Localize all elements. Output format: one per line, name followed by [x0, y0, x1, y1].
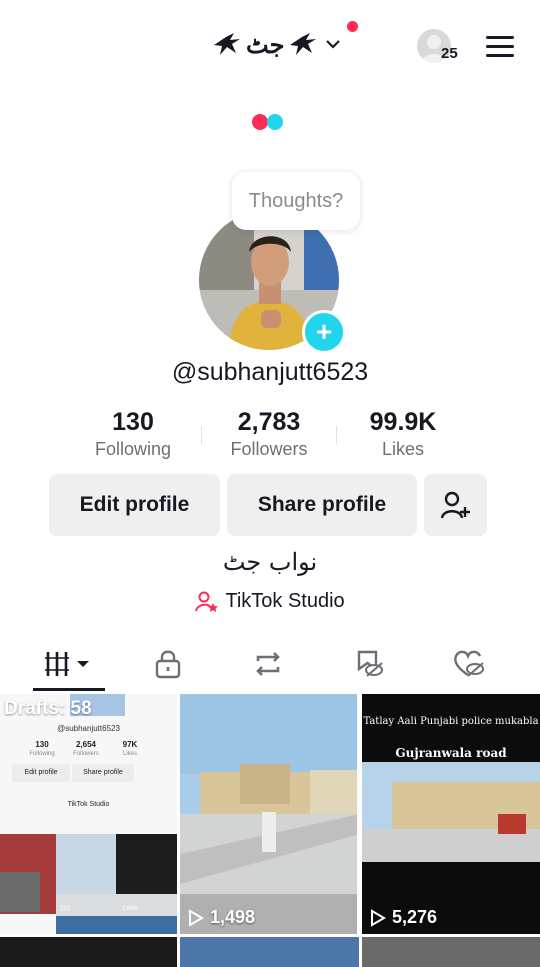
draft-thumb-stat-3: 97K [122, 740, 138, 749]
video-caption-line-1: Tatlay Aali Punjabi police mukabla [363, 716, 539, 727]
active-tab-indicator [33, 688, 105, 691]
likes-count: 99.9K [369, 408, 437, 436]
video-2-image [362, 694, 540, 934]
followers-label: Followers [230, 439, 308, 459]
video-thumbnail[interactable] [362, 937, 540, 967]
draft-thumb-username: @subhanjutt6523 [57, 724, 120, 733]
likes-stat[interactable]: 99.9K Likes [333, 408, 473, 460]
following-label: Following [94, 439, 172, 459]
eagle-emoji-icon [290, 33, 317, 55]
menu-icon[interactable] [486, 36, 514, 58]
video-views-count: 1,498 [210, 907, 256, 927]
studio-label: TikTok Studio [225, 590, 345, 612]
lock-icon [155, 650, 181, 679]
draft-thumb-views-2: 1,668 [122, 906, 138, 912]
heart-hidden-icon [454, 650, 484, 677]
chevron-down-icon [326, 40, 341, 49]
following-count: 130 [112, 408, 154, 436]
tab-private[interactable] [114, 644, 222, 684]
bio-text: نواب جٹ [222, 548, 318, 576]
add-friend-button[interactable] [424, 474, 487, 536]
draft-thumb-stat-1-label: Following [29, 751, 55, 757]
thoughts-bubble[interactable]: Thoughts? [232, 172, 360, 230]
draft-thumb-share: Share profile [72, 764, 134, 782]
video-1-image [180, 694, 357, 934]
username: @subhanjutt6523 [171, 358, 369, 386]
notification-dot [347, 21, 358, 32]
following-stat[interactable]: 130 Following [63, 408, 203, 460]
play-icon [371, 908, 386, 927]
add-story-button[interactable]: + [302, 310, 346, 354]
draft-thumb-edit: Edit profile [12, 764, 70, 782]
friends-count: 25 [441, 45, 458, 62]
account-switcher[interactable]: جٹ [212, 26, 341, 62]
draft-thumb-stat-2-label: Followers [73, 751, 99, 757]
video-views-count: 5,276 [392, 907, 438, 927]
draft-thumb-views-1: 321 [60, 906, 71, 912]
video-views: 1,498 [188, 907, 255, 928]
display-name: جٹ [246, 29, 285, 59]
draft-thumb-studio: TikTok Studio [67, 801, 110, 808]
tiktok-dots-icon [252, 114, 288, 130]
video-caption-line-2: Gujranwala road [395, 746, 507, 760]
share-profile-button[interactable]: Share profile [227, 474, 417, 536]
tab-liked[interactable] [416, 644, 524, 684]
video-thumbnail[interactable] [180, 937, 359, 967]
likes-label: Likes [381, 439, 425, 459]
video-thumbnail[interactable] [0, 937, 177, 967]
draft-thumb-stat-1: 130 [35, 740, 49, 749]
draft-thumb-stat-3-label: Likes [122, 751, 137, 757]
drafts-label: Drafts: 58 [4, 698, 92, 719]
tab-reposts[interactable] [214, 644, 322, 684]
videos-grid-icon [45, 652, 89, 676]
video-thumbnail[interactable]: Tatlay Aali Punjabi police mukabla Gujra… [362, 694, 540, 934]
play-icon [189, 908, 204, 927]
studio-person-star-icon [195, 591, 219, 612]
tab-videos[interactable] [15, 644, 123, 684]
followers-count: 2,783 [237, 408, 301, 436]
draft-thumb-stat-2: 2,654 [75, 740, 97, 749]
drafts-thumbnail[interactable]: Drafts: 58 @subhanjutt6523 130 Following… [0, 694, 177, 934]
bookmark-hidden-icon [357, 650, 383, 677]
tab-favorites[interactable] [316, 644, 424, 684]
edit-profile-button[interactable]: Edit profile [49, 474, 220, 536]
tiktok-studio-link[interactable]: TikTok Studio [0, 590, 540, 613]
add-user-icon [440, 491, 470, 519]
video-thumbnail[interactable]: 1,498 [180, 694, 357, 934]
followers-stat[interactable]: 2,783 Followers [199, 408, 339, 460]
eagle-emoji-icon [214, 33, 240, 55]
video-views: 5,276 [370, 907, 437, 928]
repost-icon [256, 652, 280, 676]
